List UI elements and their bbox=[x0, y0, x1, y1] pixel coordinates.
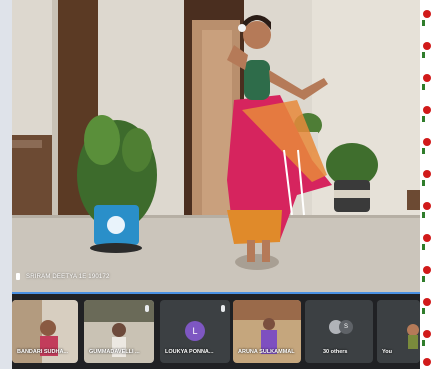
microphone-icon bbox=[145, 305, 149, 312]
main-participant-name: SRIRAM DEETYA 1E 190172 bbox=[26, 273, 110, 280]
microphone-icon bbox=[221, 305, 225, 312]
dancer-video-frame bbox=[12, 0, 420, 292]
others-count-label: 30 others bbox=[323, 349, 348, 355]
participant-name-label: BANDARI SUDHA... bbox=[17, 349, 69, 355]
pin-icon bbox=[16, 273, 20, 280]
participant-tiles-strip: BANDARI SUDHA... GUMMADAVELLI ... L LOUK… bbox=[12, 294, 420, 369]
main-participant-name-tag: SRIRAM DEETYA 1E 190172 bbox=[16, 273, 110, 280]
others-avatar: S bbox=[339, 320, 353, 334]
participant-tile-aruna[interactable]: ARUNA SULKAMMAL bbox=[233, 300, 301, 363]
participant-tile-you[interactable]: You bbox=[377, 300, 420, 363]
participant-name-label: GUMMADAVELLI ... bbox=[89, 349, 140, 355]
participant-name-label: You bbox=[382, 349, 392, 355]
right-window-edge-roses bbox=[420, 0, 432, 369]
main-video-feed bbox=[12, 0, 420, 292]
participant-tile-others[interactable]: S 30 others bbox=[305, 300, 373, 363]
participant-name-label: ARUNA SULKAMMAL bbox=[238, 349, 295, 355]
participant-tile-loukya[interactable]: L LOUKYA PONNA... bbox=[160, 300, 230, 363]
rose-pattern-decoration bbox=[422, 10, 431, 366]
left-window-edge bbox=[0, 0, 12, 369]
participant-name-label: LOUKYA PONNA... bbox=[165, 349, 214, 355]
participant-tile-gummadavelli[interactable]: GUMMADAVELLI ... bbox=[84, 300, 154, 363]
participant-tile-bandari[interactable]: BANDARI SUDHA... bbox=[12, 300, 78, 363]
participant-avatar: L bbox=[185, 321, 205, 341]
